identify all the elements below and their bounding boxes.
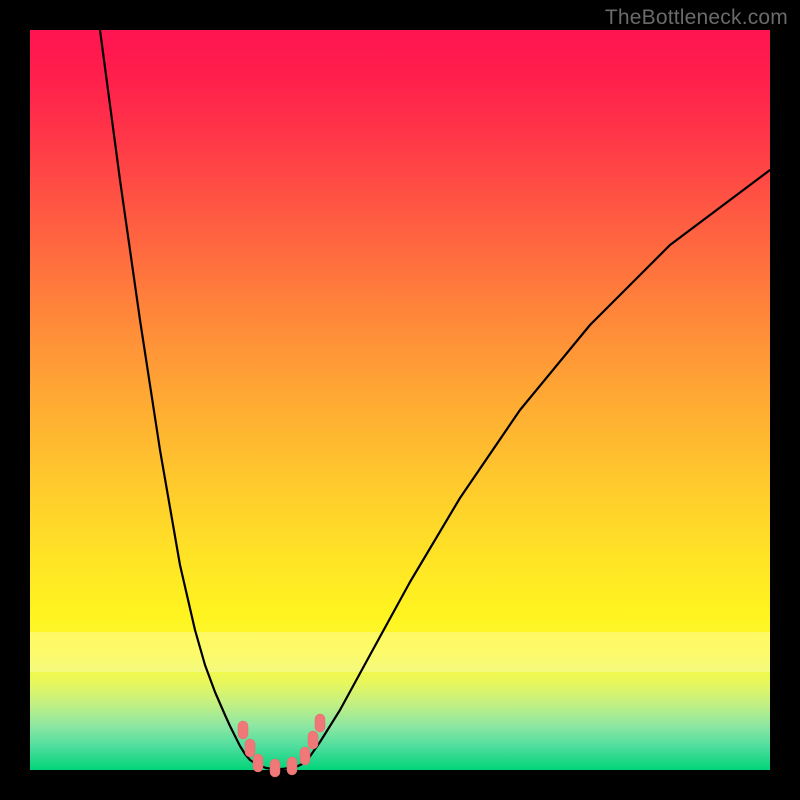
data-marker [300,747,310,765]
data-marker [253,754,263,772]
data-marker [270,759,280,777]
data-marker [315,714,325,732]
chart-svg [0,0,800,800]
data-marker [308,731,318,749]
data-marker [287,757,297,775]
data-marker [238,721,248,739]
bottleneck-curve [100,30,770,769]
data-marker [245,739,255,757]
